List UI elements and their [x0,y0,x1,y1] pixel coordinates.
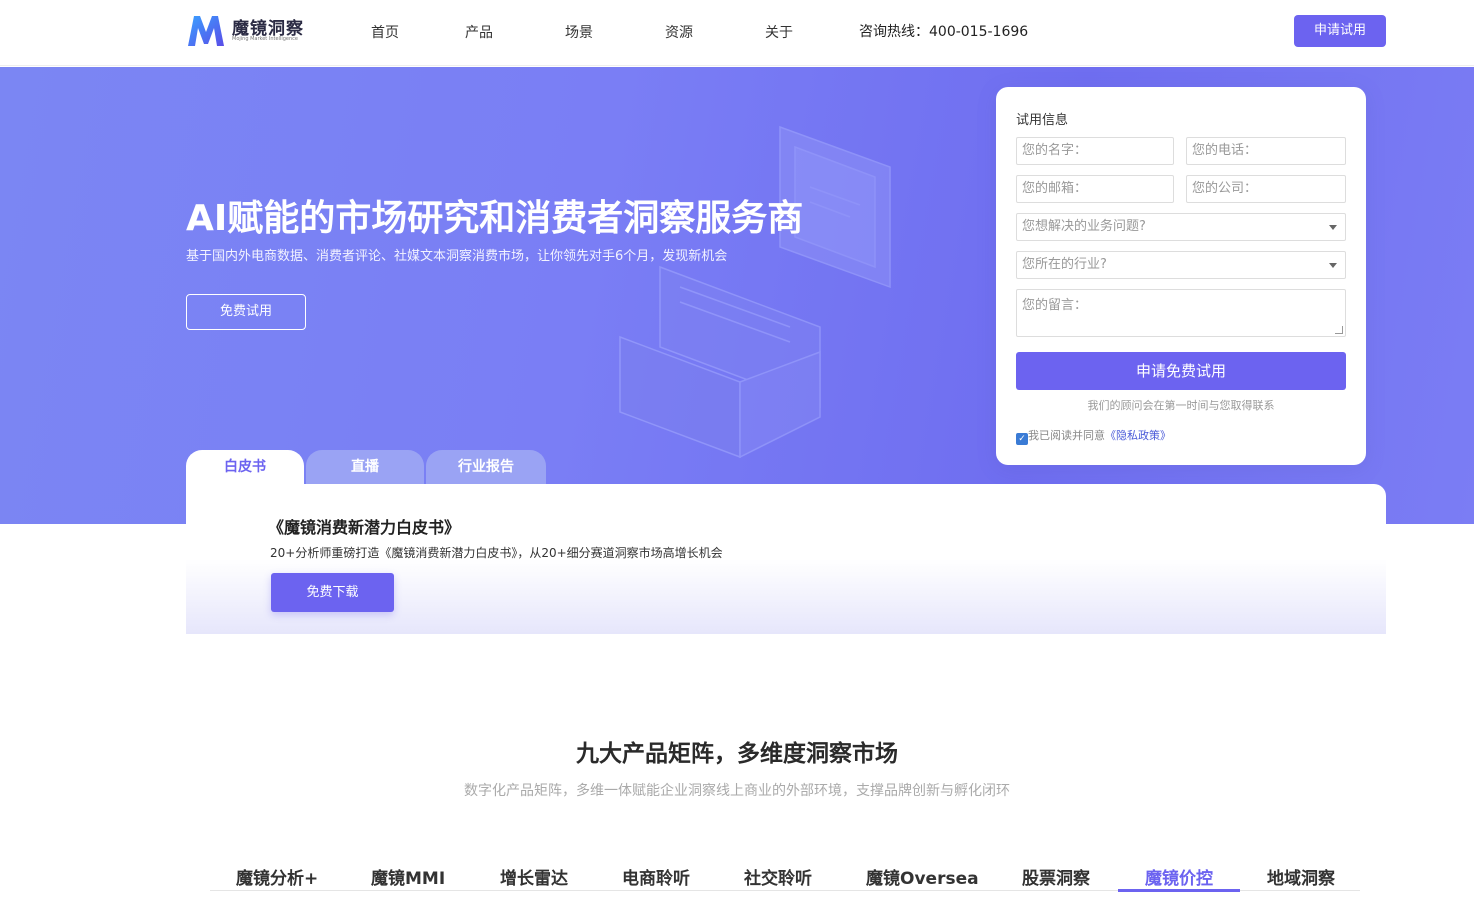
company-placeholder: 您的公司： [1192,181,1258,196]
hotline-text: 咨询热线：400-015-1696 [859,24,1029,40]
resize-handle-icon[interactable] [1335,326,1343,334]
panel-title: 《魔镜消费新潜力白皮书》 [268,518,461,537]
logo[interactable]: 魔镜洞察 Mojing Market Intelligence [186,12,306,48]
email-field[interactable]: 您的邮箱： [1016,175,1174,203]
free-trial-button[interactable]: 免费试用 [186,294,306,330]
chevron-down-icon [1329,263,1337,268]
tab-product-ecommerce-listening[interactable]: 电商聆听 [622,864,690,889]
logo-tagline: Mojing Market Intelligence [232,36,298,42]
phone-placeholder: 您的电话： [1192,143,1258,158]
logo-m-icon [188,16,224,46]
isometric-illustration [619,125,891,459]
site-header: 魔镜洞察 Mojing Market Intelligence 首页 产品 场景… [0,0,1474,66]
phone-field[interactable]: 您的电话： [1186,137,1346,165]
tab-product-growth-radar[interactable]: 增长雷达 [500,864,568,889]
privacy-policy-link[interactable]: 《隐私政策》 [1105,429,1171,442]
whitepaper-panel: 《魔镜消费新潜力白皮书》 20+分析师重磅打造《魔镜消费新潜力白皮书》，从20+… [186,484,1386,634]
name-field[interactable]: 您的名字： [1016,137,1174,165]
trial-form: 试用信息 您的名字： 您的电话： 您的邮箱： 您的公司： 您想解决的业务问题? … [996,87,1366,465]
nav-about[interactable]: 关于 [765,22,793,42]
industry-select[interactable]: 您所在的行业? [1016,251,1346,279]
name-placeholder: 您的名字： [1022,143,1088,158]
tab-product-social-listening[interactable]: 社交聆听 [744,864,812,889]
hero-title: AI赋能的市场研究和消费者洞察服务商 [186,198,804,239]
nav-products[interactable]: 产品 [465,22,493,42]
industry-value: 您所在的行业? [1022,257,1107,272]
chevron-down-icon [1329,225,1337,230]
tab-product-oversea[interactable]: 魔镜Oversea [866,864,979,889]
tab-product-analysis-plus[interactable]: 魔镜分析+ [236,864,318,889]
message-textarea[interactable]: 您的留言： [1016,289,1346,337]
agree-row: ✓ 我已阅读并同意《隐私政策》 [1016,427,1171,445]
hero-subtitle: 基于国内外电商数据、消费者评论、社媒文本洞察消费市场，让你领先对手6个月，发现新… [186,249,728,264]
tab-industry-report[interactable]: 行业报告 [426,450,546,484]
tab-product-price-control[interactable]: 魔镜价控 [1145,864,1213,889]
agree-checkbox[interactable]: ✓ [1016,433,1028,445]
tab-product-mmi[interactable]: 魔镜MMI [371,864,445,889]
form-title: 试用信息 [1016,113,1069,128]
company-field[interactable]: 您的公司： [1186,175,1346,203]
business-problem-select[interactable]: 您想解决的业务问题? [1016,213,1346,241]
contact-note: 我们的顾问会在第一时间与您取得联系 [1087,399,1275,412]
free-download-button[interactable]: 免费下载 [271,573,394,612]
tab-live[interactable]: 直播 [306,450,424,484]
agree-text: 我已阅读并同意 [1028,429,1105,442]
business-problem-value: 您想解决的业务问题? [1022,219,1146,234]
nav-scenarios[interactable]: 场景 [565,22,593,42]
tab-product-stock-insight[interactable]: 股票洞察 [1022,864,1090,889]
nav-resources[interactable]: 资源 [665,22,693,42]
tab-whitepaper[interactable]: 白皮书 [186,450,304,484]
tab-product-regional-insight[interactable]: 地域洞察 [1267,864,1335,889]
products-section-title: 九大产品矩阵，多维度洞察市场 [576,741,898,767]
nav-home[interactable]: 首页 [371,22,399,42]
products-section-subtitle: 数字化产品矩阵，多维一体赋能企业洞察线上商业的外部环境，支撑品牌创新与孵化闭环 [464,783,1010,799]
apply-trial-button[interactable]: 申请试用 [1294,15,1386,47]
panel-description: 20+分析师重磅打造《魔镜消费新潜力白皮书》，从20+细分赛道洞察市场高增长机会 [270,546,723,560]
email-placeholder: 您的邮箱： [1022,181,1088,196]
active-tab-indicator [1118,889,1240,892]
submit-trial-button[interactable]: 申请免费试用 [1016,352,1346,390]
message-placeholder: 您的留言： [1022,298,1088,313]
